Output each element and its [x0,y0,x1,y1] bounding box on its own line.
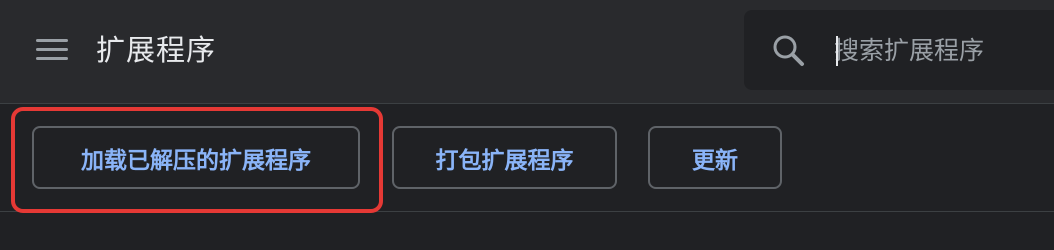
search-input[interactable] [834,30,1044,70]
menu-line [36,57,68,60]
extensions-page: 扩展程序 加载已解压的扩展程序 打包扩展程序 更新 [0,0,1054,250]
developer-toolbar: 加载已解压的扩展程序 打包扩展程序 更新 [0,105,1054,212]
top-bar: 扩展程序 [0,0,1054,104]
update-button[interactable]: 更新 [648,126,782,189]
menu-line [36,39,68,42]
pack-extension-button[interactable]: 打包扩展程序 [392,126,617,189]
load-unpacked-button[interactable]: 加载已解压的扩展程序 [32,126,360,189]
search-bar[interactable] [744,10,1054,90]
menu-line [36,48,68,51]
hamburger-menu-icon[interactable] [34,36,70,64]
page-title: 扩展程序 [96,33,217,67]
search-icon[interactable] [770,32,806,68]
text-cursor [836,36,838,66]
